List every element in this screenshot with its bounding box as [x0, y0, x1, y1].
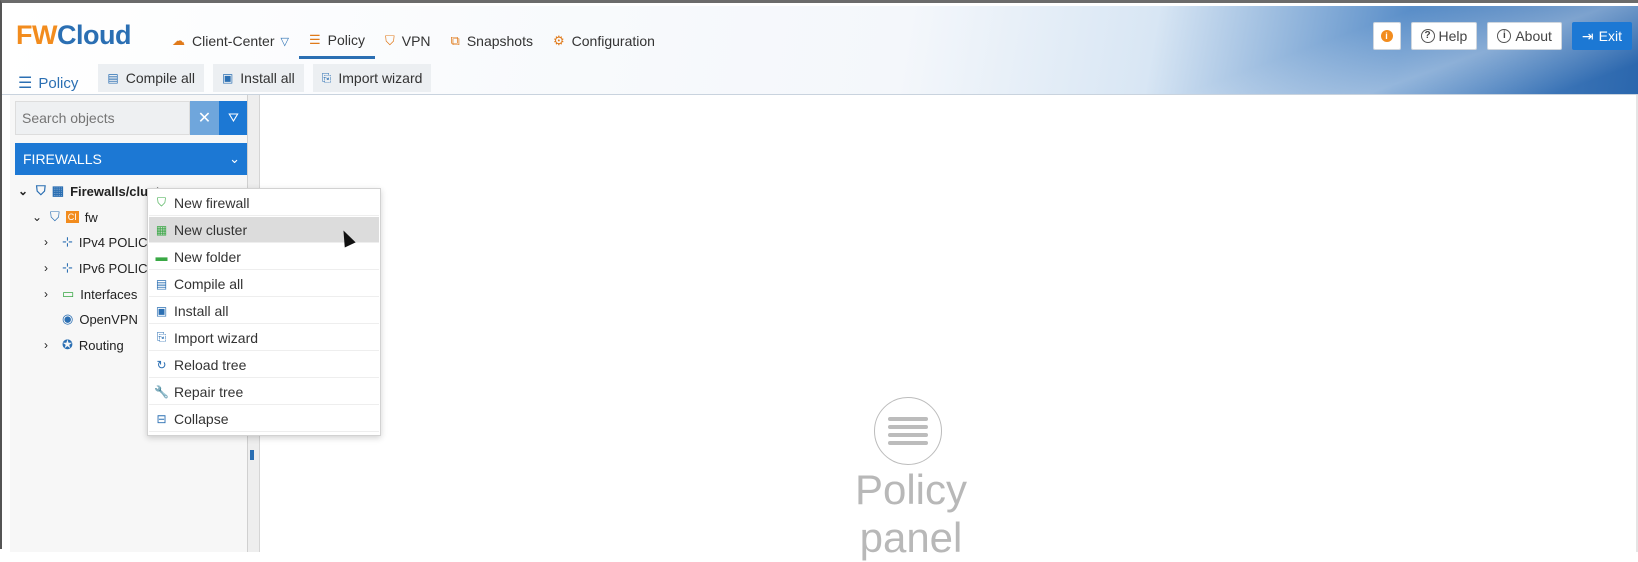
top-buttons: i ? Help i About ⇥ Exit — [1372, 22, 1632, 50]
tree-node-routing[interactable]: › ✪ Routing — [44, 333, 124, 357]
page-title: ☰ Policy — [18, 74, 79, 93]
app-logo[interactable]: FWCloud — [16, 20, 131, 51]
compile-icon: ▤ — [155, 276, 168, 291]
help-button[interactable]: ? Help — [1410, 22, 1478, 50]
nav-client-center[interactable]: ☁ Client-Center ▽ — [162, 23, 299, 59]
clear-search-button[interactable]: ✕ — [190, 101, 219, 135]
shield-icon: ⛉ — [384, 33, 395, 48]
cluster-icon: ▦ — [155, 222, 168, 237]
chevron-right-icon: › — [44, 338, 48, 352]
context-menu: ⛉ New firewall ▦ New cluster ▬ New folder ▤… — [147, 188, 381, 436]
collapse-icon: ⊟ — [156, 411, 167, 426]
install-all-button[interactable]: ▣ Install all — [212, 64, 304, 92]
nav-configuration[interactable]: ⚙ Configuration — [543, 23, 665, 59]
question-icon: ? — [1420, 29, 1435, 43]
menu-item-collapse[interactable]: ⊟ Collapse — [149, 406, 379, 432]
menu-item-new-folder[interactable]: ▬ New folder — [149, 244, 379, 270]
tree-node-fw[interactable]: ⌄ ⛉ CI fw — [32, 205, 98, 229]
wrench-icon: 🔧 — [154, 384, 169, 399]
exit-button[interactable]: ⇥ Exit — [1571, 22, 1632, 50]
filter-icon: ⛛ — [228, 110, 239, 125]
import-wizard-button[interactable]: ⎘ Import wizard — [312, 64, 432, 92]
search-input[interactable] — [15, 101, 190, 135]
toolbar-buttons: ▤ Compile all ▣ Install all ⎘ Import wizard — [98, 64, 432, 92]
chevron-down-icon: ⌄ — [229, 151, 240, 166]
menu-item-repair-tree[interactable]: 🔧 Repair tree — [149, 379, 379, 405]
gear-icon: ⚙ — [553, 33, 565, 48]
hierarchy-icon: ⊹ — [62, 260, 73, 275]
shield-icon: ⛉ — [156, 195, 166, 209]
chevron-down-icon: ⌄ — [32, 210, 43, 224]
menu-item-reload-tree[interactable]: ↻ Reload tree — [149, 352, 379, 378]
nav-policy[interactable]: ☰ Policy — [298, 23, 375, 59]
cloud-icon: ☁ — [172, 33, 185, 48]
import-icon: ⎘ — [321, 70, 332, 85]
exit-icon: ⇥ — [1581, 27, 1594, 44]
chevron-right-icon: › — [44, 235, 48, 249]
menu-item-new-firewall[interactable]: ⛉ New firewall — [149, 190, 379, 216]
chevron-right-icon: › — [44, 261, 48, 275]
policy-toolbar: ☰ Policy ▤ Compile all ▣ Install all ⎘ Impo… — [2, 63, 432, 94]
about-icon: i — [1497, 29, 1512, 43]
list-icon: ☰ — [18, 75, 33, 92]
shield-icon: ⛉ — [50, 209, 60, 224]
import-icon: ⎘ — [156, 330, 167, 344]
chevron-down-icon: ▽ — [280, 35, 289, 48]
close-icon: ✕ — [197, 110, 212, 127]
openvpn-icon: ◉ — [62, 311, 74, 326]
shield-icon: ⛉ — [36, 183, 46, 198]
nav-snapshots[interactable]: ⧉ Snapshots — [441, 23, 543, 59]
tree-node-interfaces[interactable]: › ▭ Interfaces — [44, 282, 137, 306]
list-icon: ☰ — [308, 31, 321, 47]
chevron-down-icon: ⌄ — [18, 184, 29, 198]
install-icon: ▣ — [221, 71, 234, 85]
chevron-right-icon: › — [44, 287, 48, 301]
cluster-icon: ▦ — [51, 183, 65, 198]
menu-item-install-all[interactable]: ▣ Install all — [149, 298, 379, 324]
list-icon — [874, 397, 942, 465]
menu-item-compile-all[interactable]: ▤ Compile all — [149, 271, 379, 297]
app-frame: FWCloud ☁ Client-Center ▽ ☰ Policy ⛉ VPN… — [0, 0, 1638, 561]
nav-vpn[interactable]: ⛉ VPN — [375, 23, 441, 59]
compile-icon: ▤ — [107, 71, 119, 85]
install-icon: ▣ — [155, 303, 168, 318]
compile-all-button[interactable]: ▤ Compile all — [98, 64, 204, 92]
status-badge: CI — [65, 211, 79, 223]
tree-node-ipv4-policy[interactable]: › ⊹ IPv4 POLICY — [44, 230, 156, 254]
main-nav: ☁ Client-Center ▽ ☰ Policy ⛉ VPN ⧉ Snaps… — [162, 23, 665, 59]
hierarchy-icon: ⊹ — [62, 234, 73, 249]
info-button[interactable]: i — [1372, 22, 1401, 50]
search-bar: ✕ ⛛ — [15, 101, 248, 135]
info-icon: i — [1380, 30, 1393, 42]
tree-node-openvpn[interactable]: ◉ OpenVPN — [62, 307, 138, 331]
snapshot-icon: ⧉ — [450, 33, 460, 48]
about-button[interactable]: i About — [1487, 22, 1562, 50]
reload-icon: ↻ — [156, 357, 167, 372]
scrollbar-thumb[interactable] — [250, 450, 254, 460]
routing-icon: ✪ — [62, 337, 73, 352]
menu-item-import-wizard[interactable]: ⎘ Import wizard — [149, 325, 379, 351]
header: FWCloud ☁ Client-Center ▽ ☰ Policy ⛉ VPN… — [2, 6, 1638, 95]
filter-button[interactable]: ⛛ — [219, 101, 248, 135]
header-decoration — [1102, 6, 1638, 94]
tree-node-ipv6-policy[interactable]: › ⊹ IPv6 POLICY — [44, 256, 156, 280]
panel-placeholder-title: Policy panel — [854, 466, 968, 561]
firewalls-dropdown[interactable]: FIREWALLS ⌄ — [15, 143, 248, 175]
folder-icon: ▬ — [155, 249, 168, 264]
monitor-icon: ▭ — [62, 286, 75, 301]
